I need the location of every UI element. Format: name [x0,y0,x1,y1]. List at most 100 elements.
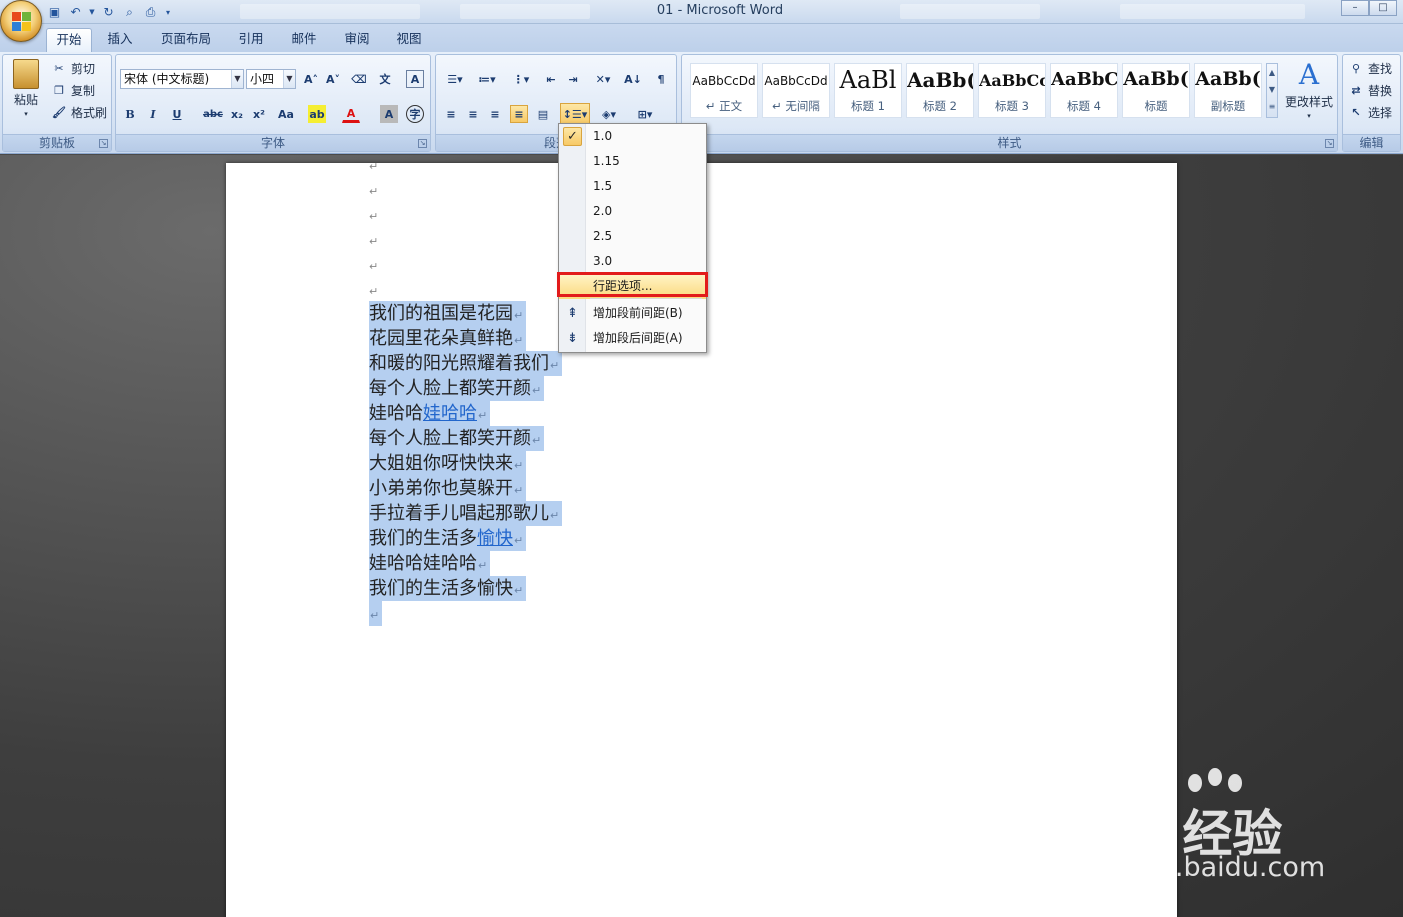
change-case-icon[interactable]: Aa [274,105,298,123]
find-button[interactable]: ⚲ 查找 [1347,59,1392,77]
dialog-launcher-icon[interactable]: ↘ [99,139,108,148]
decrease-indent-icon[interactable]: ⇤ [542,70,560,88]
line-spacing-option-1-15[interactable]: 1.15 [559,149,706,174]
style-heading-2[interactable]: AaBb( 标题 2 [906,63,974,118]
hyperlink[interactable]: 娃哈哈 [423,403,477,424]
copy-button[interactable]: ❐ 复制 [50,81,95,99]
line-spacing-option-3-0[interactable]: 3.0 [559,249,706,274]
document-line[interactable]: 小弟弟你也莫躲开↵ [369,476,527,501]
style-title[interactable]: AaBb( 标题 [1122,63,1190,118]
tab-page-layout[interactable]: 页面布局 [152,28,220,52]
underline-icon[interactable]: U [168,105,186,123]
shading-icon[interactable]: ◈▾ [596,105,622,123]
add-space-after-item[interactable]: ⇟ 增加段后间距(A) [559,326,706,351]
format-painter-button[interactable]: 🖌 格式刷 [50,103,107,121]
document-line[interactable]: 我们的生活多愉快↵ [369,526,527,551]
document-line[interactable]: 娃哈哈娃哈哈↵ [369,551,491,576]
line-spacing-option-2-5[interactable]: 2.5 [559,224,706,249]
tab-insert[interactable]: 插入 [100,28,140,52]
bold-icon[interactable]: B [121,105,139,123]
style-heading-1[interactable]: AaBl 标题 1 [834,63,902,118]
dialog-launcher-icon[interactable]: ↘ [1325,139,1334,148]
align-left-icon[interactable]: ≡ [442,105,460,123]
customize-toolbar-icon[interactable]: ▾ [163,4,173,21]
hyperlink[interactable]: 愉快 [477,528,513,549]
style-no-spacing[interactable]: AaBbCcDd ↵ 无间隔 [762,63,830,118]
show-formatting-icon[interactable]: ¶ [652,70,670,88]
grow-font-icon[interactable]: A˄ [302,70,320,88]
enclose-characters-icon[interactable]: 字 [406,105,424,123]
gallery-scrollbar[interactable]: ▲ ▼ ≡ [1266,63,1278,118]
replace-button[interactable]: ⇄ 替换 [1347,81,1392,99]
cut-button[interactable]: ✂ 剪切 [50,59,95,77]
character-shading-icon[interactable]: A [380,105,398,123]
document-line[interactable]: 我们的生活多愉快↵ [369,576,527,601]
borders-icon[interactable]: ⊞▾ [632,105,658,123]
document-line[interactable]: 每个人脸上都笑开颜↵ [369,426,545,451]
document-line[interactable]: 手拉着手儿唱起那歌儿↵ [369,501,563,526]
maximize-icon[interactable]: □ [1369,0,1397,16]
document-line[interactable]: 花园里花朵真鲜艳↵ [369,326,527,351]
bullets-icon[interactable]: ☰▾ [442,70,468,88]
document-line[interactable]: 和暖的阳光照耀着我们↵ [369,351,563,376]
paste-button[interactable]: 粘贴 ▾ [7,59,45,125]
tab-view[interactable]: 视图 [386,28,432,52]
character-border-icon[interactable]: A [406,70,424,88]
chevron-down-icon[interactable]: ▼ [231,70,243,88]
tab-home[interactable]: 开始 [46,28,92,52]
font-color-icon[interactable]: A [342,105,360,123]
justify-icon[interactable]: ≡ [510,105,528,123]
style-heading-4[interactable]: AaBbC 标题 4 [1050,63,1118,118]
font-name-combobox[interactable]: 宋体 (中文标题) ▼ [120,69,244,89]
style-name: ↵ 无间隔 [772,99,820,113]
change-styles-button[interactable]: A 更改样式 ▾ [1282,59,1336,125]
line-spacing-option-2-0[interactable]: 2.0 [559,199,706,224]
document-line[interactable]: ↵ [369,601,383,626]
undo-icon[interactable]: ↶ [67,4,84,21]
style-subtitle[interactable]: AaBb( 副标题 [1194,63,1262,118]
document-line[interactable]: 每个人脸上都笑开颜↵ [369,376,545,401]
office-button[interactable] [0,0,42,42]
find-label: 查找 [1368,61,1393,76]
tab-references[interactable]: 引用 [228,28,274,52]
chinese-layout-icon[interactable]: ✕▾ [590,70,616,88]
redo-icon[interactable]: ↻ [100,4,117,21]
tab-review[interactable]: 审阅 [334,28,380,52]
select-button[interactable]: ↖ 选择 [1347,103,1392,121]
document-line[interactable]: 娃哈哈娃哈哈↵ [369,401,491,426]
cursor-icon: ↖ [1351,105,1361,119]
distributed-icon[interactable]: ▤ [534,105,552,123]
font-size-combobox[interactable]: 小四 ▼ [246,69,296,89]
dialog-launcher-icon[interactable]: ↘ [418,139,427,148]
chevron-down-icon[interactable]: ▼ [283,70,295,88]
align-center-icon[interactable]: ≡ [464,105,482,123]
clear-formatting-icon[interactable]: ⌫ [350,70,368,88]
align-right-icon[interactable]: ≡ [486,105,504,123]
increase-indent-icon[interactable]: ⇥ [564,70,582,88]
phonetic-guide-icon[interactable]: 文 [376,70,394,88]
highlight-icon[interactable]: ab [308,105,326,123]
sort-icon[interactable]: A↓ [624,70,642,88]
superscript-icon[interactable]: x² [250,105,268,123]
line-spacing-button[interactable]: ↕☰▾ [560,103,590,125]
numbering-icon[interactable]: ≔▾ [474,70,500,88]
line-spacing-option-1-0[interactable]: ✓ 1.0 [559,124,706,149]
style-normal[interactable]: AaBbCcDd ↵ 正文 [690,63,758,118]
save-icon[interactable]: ▣ [46,4,63,21]
subscript-icon[interactable]: x₂ [228,105,246,123]
tab-mailings[interactable]: 邮件 [282,28,326,52]
document-line[interactable]: 大姐姐你呀快快来↵ [369,451,527,476]
undo-dropdown-icon[interactable]: ▼ [88,4,96,21]
minimize-icon[interactable]: – [1341,0,1369,16]
multilevel-list-icon[interactable]: ⋮▾ [508,70,534,88]
shrink-font-icon[interactable]: A˅ [324,70,342,88]
italic-icon[interactable]: I [144,105,162,123]
line-spacing-option-1-5[interactable]: 1.5 [559,174,706,199]
print-icon[interactable]: ⎙ [142,4,159,21]
document-line[interactable]: 我们的祖国是花园↵ [369,301,527,326]
print-preview-icon[interactable]: ⌕ [121,4,138,21]
style-heading-3[interactable]: AaBbCc 标题 3 [978,63,1046,118]
add-space-before-item[interactable]: ⇞ 增加段前间距(B) [559,301,706,326]
strikethrough-icon[interactable]: abc [203,105,223,123]
paragraph-mark: ↵ [370,609,380,622]
